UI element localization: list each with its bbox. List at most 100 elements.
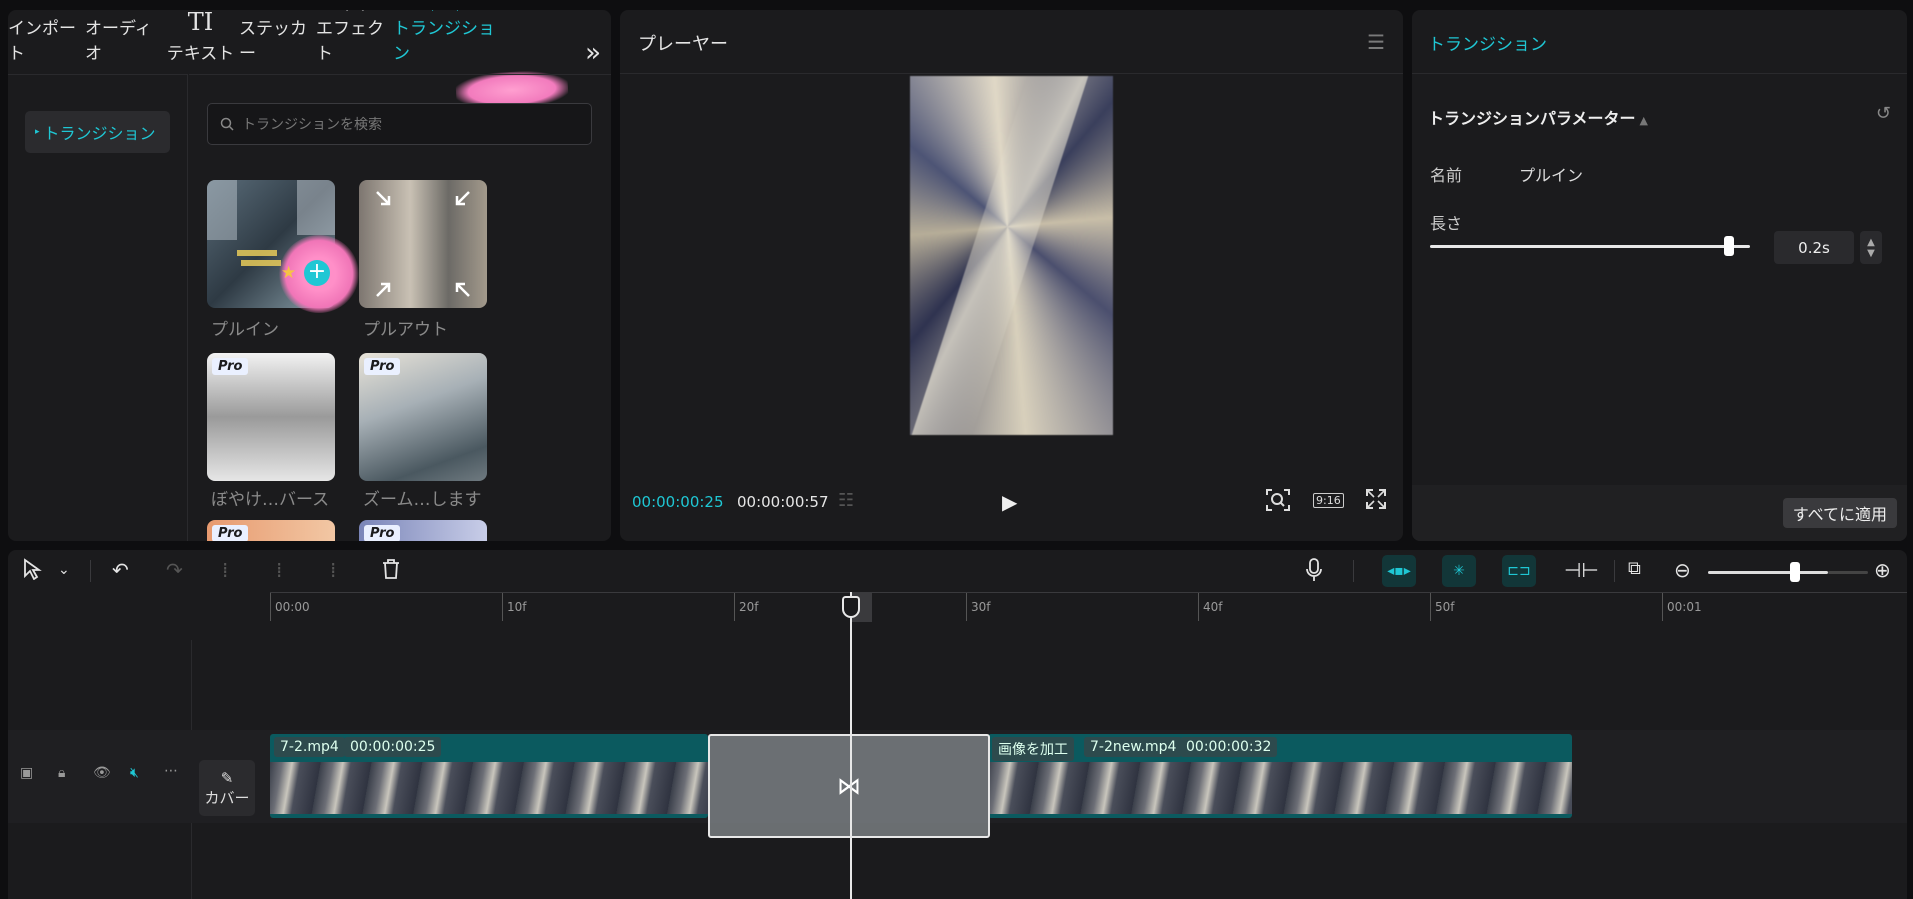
thumb-label: ぼやけ…バース bbox=[211, 490, 330, 510]
select-cursor-icon[interactable] bbox=[22, 558, 42, 585]
playhead[interactable] bbox=[850, 592, 852, 899]
timeline-zoom-handle[interactable] bbox=[1790, 562, 1800, 582]
split-icon[interactable]: ⁞ bbox=[222, 558, 228, 582]
preview-axis-icon[interactable]: ⊣⊢ bbox=[1564, 558, 1599, 582]
tab-label: トランジション bbox=[393, 19, 495, 64]
sidebar-item-transition[interactable]: ▸ トランジション bbox=[25, 111, 170, 153]
tab-effect[interactable]: エフェクト bbox=[316, 10, 393, 74]
chevron-down-icon[interactable]: ⌄ bbox=[58, 562, 70, 578]
cover-label: カバー bbox=[204, 788, 250, 807]
ruler-tick: 10f bbox=[502, 593, 527, 621]
cover-button[interactable]: ✎ カバー bbox=[199, 760, 255, 816]
ruler-tick: 00:01 bbox=[1662, 593, 1702, 621]
zoom-out-icon[interactable]: ⊖ bbox=[1674, 558, 1691, 582]
pro-badge: Pro bbox=[212, 525, 249, 541]
clip-name: 7-2.mp4 bbox=[274, 737, 345, 757]
undo-icon[interactable]: ↶ bbox=[112, 558, 129, 582]
audio-icon bbox=[112, 10, 136, 11]
timeline-toolbar: ⌄ ↶ ↷ ⁞ ⁞ ⁞ ◂▪▸ ✳ ⊏⊐ ⊣⊢ ⧉ ⊖ ⊕ bbox=[8, 550, 1907, 592]
media-panel: インポート オーディオ TI テキスト ステッカー エフェクト トランジション … bbox=[8, 10, 611, 541]
play-button[interactable]: ▶ bbox=[1002, 490, 1017, 514]
name-label: 名前 bbox=[1430, 166, 1463, 185]
length-stepper[interactable]: ▲ ▼ bbox=[1860, 231, 1882, 264]
microphone-icon[interactable] bbox=[1306, 558, 1322, 587]
current-timecode: 00:00:00:25 bbox=[632, 493, 724, 511]
section-header[interactable]: トランジションパラメーター ▲ bbox=[1428, 105, 1648, 129]
ruler-tick: 30f bbox=[966, 593, 991, 621]
apply-all-button[interactable]: すべてに適用 bbox=[1782, 498, 1897, 528]
tab-sticker[interactable]: ステッカー bbox=[239, 10, 316, 74]
favorite-star-icon[interactable]: ★ bbox=[281, 263, 296, 283]
chevron-up-icon[interactable]: ▲ bbox=[1867, 237, 1875, 248]
player-title: プレーヤー bbox=[638, 34, 728, 55]
split-right-icon[interactable]: ⁞ bbox=[330, 558, 336, 582]
video-clip[interactable]: 画像を加工 7-2new.mp4 00:00:00:32 bbox=[988, 734, 1572, 818]
playhead-handle[interactable] bbox=[842, 596, 860, 618]
more-tabs-icon[interactable]: » bbox=[585, 38, 601, 68]
tab-import[interactable]: インポート bbox=[8, 10, 85, 74]
properties-panel: トランジション トランジションパラメーター ▲ ↺ 名前 プルイン 長さ 0.2s… bbox=[1412, 10, 1907, 541]
transition-thumb[interactable]: Pro bbox=[207, 520, 335, 541]
link-icon[interactable]: ⊏⊐ bbox=[1502, 555, 1536, 587]
clip-duration: 00:00:00:32 bbox=[1180, 737, 1278, 757]
tab-audio[interactable]: オーディオ bbox=[85, 10, 162, 74]
tab-label: エフェクト bbox=[316, 19, 384, 64]
pencil-icon: ✎ bbox=[220, 768, 234, 787]
divider bbox=[1353, 560, 1354, 582]
tab-label: インポート bbox=[8, 19, 76, 64]
reset-icon[interactable]: ↺ bbox=[1876, 103, 1891, 124]
text-icon: TI bbox=[187, 10, 214, 36]
thumb-label: プルイン bbox=[211, 320, 279, 340]
preview-icon[interactable]: ⧉ bbox=[1628, 558, 1641, 579]
video-clip[interactable]: 7-2.mp4 00:00:00:25 bbox=[270, 734, 708, 818]
pro-badge: Pro bbox=[364, 358, 401, 375]
tab-label: テキスト bbox=[166, 44, 235, 64]
zoom-in-icon[interactable]: ⊕ bbox=[1874, 558, 1891, 582]
add-transition-button[interactable]: + bbox=[304, 260, 330, 286]
sticker-icon bbox=[266, 10, 290, 11]
split-left-icon[interactable]: ⁞ bbox=[276, 558, 282, 582]
length-input[interactable]: 0.2s bbox=[1774, 231, 1854, 264]
magnet-main-track-icon[interactable]: ◂▪▸ bbox=[1382, 555, 1416, 587]
transition-thumb-blur[interactable]: Pro bbox=[207, 353, 335, 481]
transition-thumb-pull-out[interactable] bbox=[359, 180, 487, 308]
more-icon[interactable]: ⋯ bbox=[164, 763, 178, 779]
redo-icon[interactable]: ↷ bbox=[166, 558, 183, 582]
grid-icon[interactable]: ☷ bbox=[838, 490, 854, 511]
transition-icon: ⋈ bbox=[837, 772, 861, 800]
divider bbox=[1614, 560, 1615, 582]
tab-transition[interactable]: トランジション bbox=[393, 10, 497, 74]
auto-snap-icon[interactable]: ✳ bbox=[1442, 555, 1476, 587]
search-placeholder: トランジションを検索 bbox=[242, 117, 382, 133]
length-label: 長さ bbox=[1430, 214, 1463, 233]
track-video-icon: ▣ bbox=[20, 765, 34, 781]
mute-icon[interactable]: 🔇︎ bbox=[130, 765, 139, 781]
timeline-zoom-slider[interactable] bbox=[1708, 571, 1828, 574]
transition-thumb-zoom[interactable]: Pro bbox=[359, 353, 487, 481]
timeline-ruler[interactable]: 00:00 10f 20f 30f 40f 50f 00:01 bbox=[270, 592, 1907, 621]
tab-label: ステッカー bbox=[239, 19, 307, 64]
pro-badge: Pro bbox=[364, 525, 401, 541]
lock-icon[interactable]: 🔒︎ bbox=[58, 765, 65, 781]
properties-title: トランジション bbox=[1428, 35, 1547, 55]
delete-icon[interactable] bbox=[382, 558, 400, 585]
transition-block[interactable]: ⋈ bbox=[708, 734, 990, 838]
search-input[interactable]: トランジションを検索 bbox=[207, 103, 592, 145]
eye-icon[interactable]: 👁︎ bbox=[93, 765, 111, 781]
transition-thumb[interactable]: Pro bbox=[359, 520, 487, 541]
chevron-down-icon[interactable]: ▼ bbox=[1867, 248, 1875, 259]
menu-icon[interactable]: ☰ bbox=[1367, 30, 1385, 54]
clip-name: 7-2new.mp4 bbox=[1084, 737, 1183, 757]
triangle-icon: ▸ bbox=[35, 127, 40, 137]
ruler-tick: 00:00 bbox=[270, 593, 310, 621]
fullscreen-icon[interactable] bbox=[1365, 488, 1387, 515]
video-preview bbox=[910, 76, 1113, 435]
pro-badge: Pro bbox=[212, 358, 249, 375]
transition-icon bbox=[431, 10, 459, 11]
tab-text[interactable]: TI テキスト bbox=[162, 10, 239, 74]
length-slider-handle[interactable] bbox=[1724, 236, 1734, 256]
aspect-ratio-button[interactable]: 9:16 bbox=[1313, 493, 1344, 508]
zoom-preview-icon[interactable] bbox=[1265, 488, 1291, 517]
length-slider[interactable] bbox=[1430, 245, 1750, 248]
ruler-tick: 40f bbox=[1198, 593, 1223, 621]
